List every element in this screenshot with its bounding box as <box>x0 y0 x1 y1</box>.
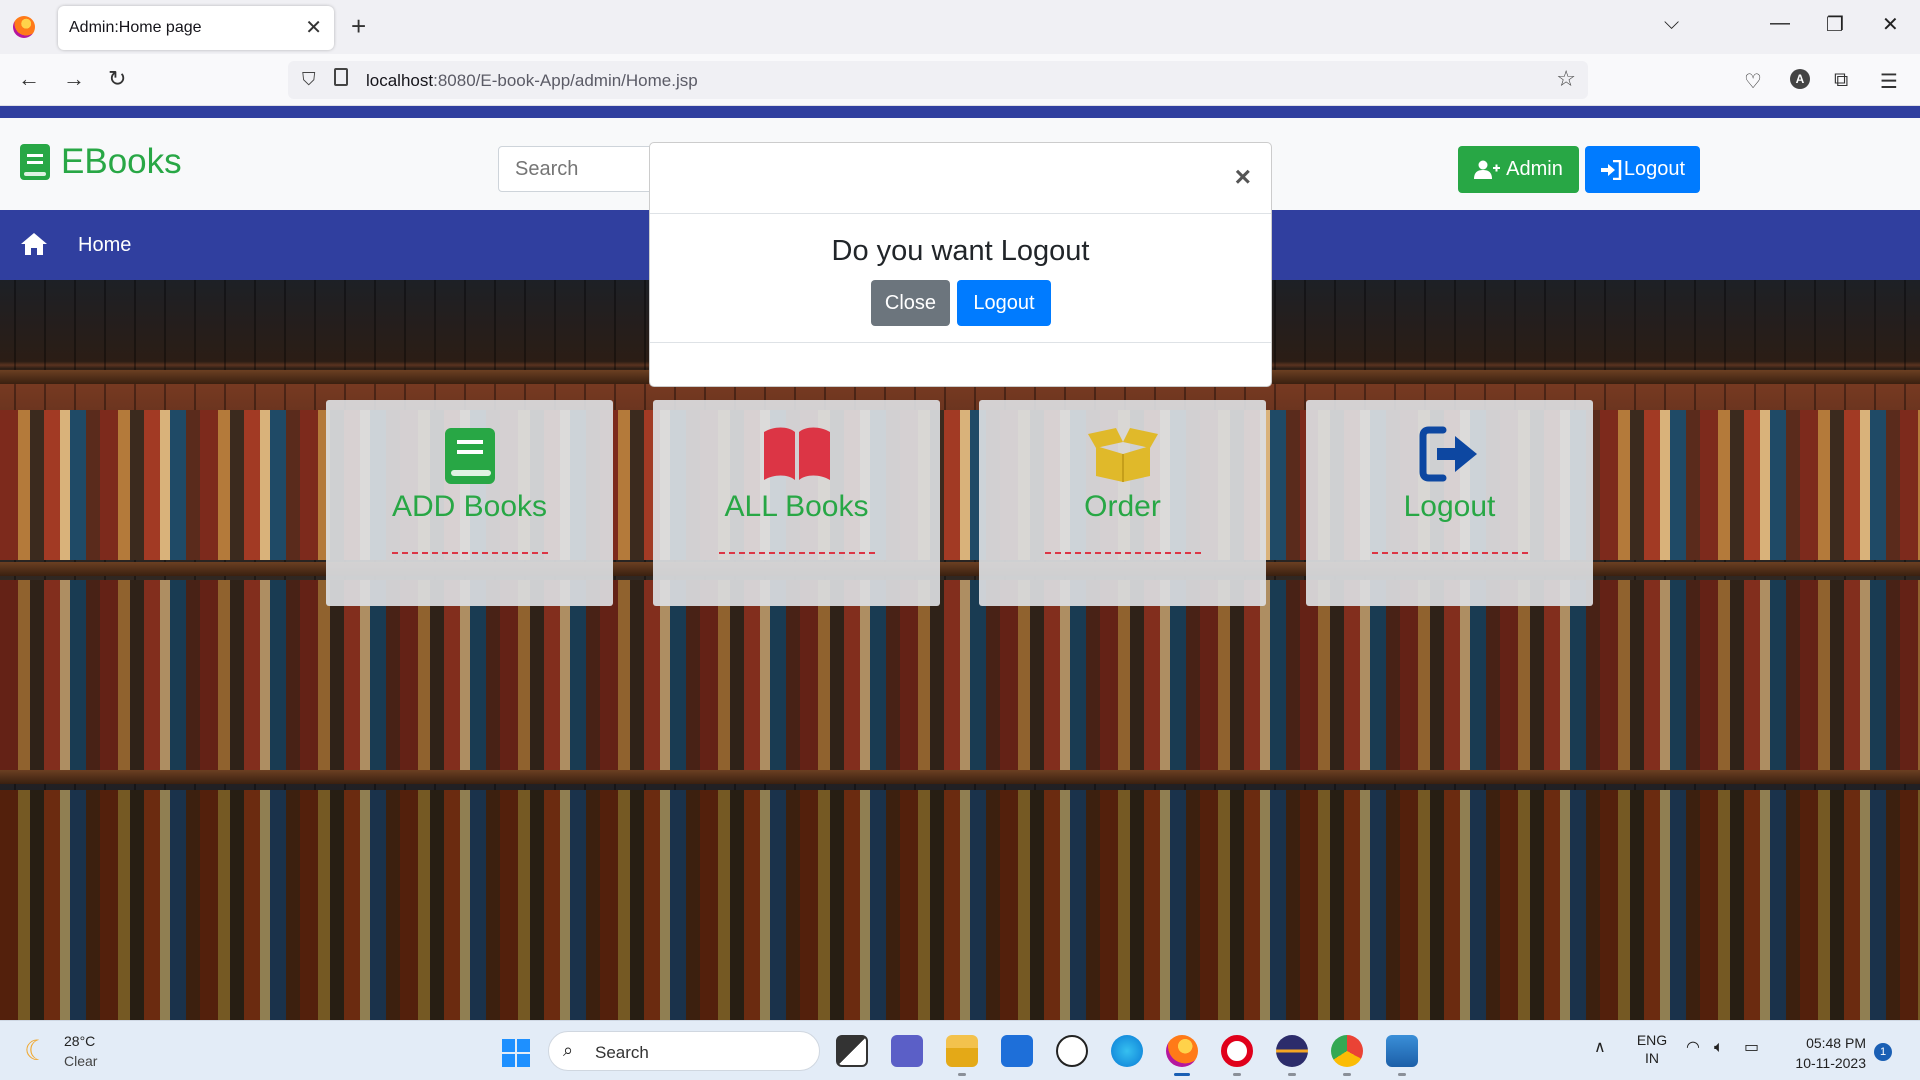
card-order[interactable]: Order <box>979 400 1266 606</box>
card-label: Logout <box>1403 490 1496 523</box>
microsoft-store-icon[interactable] <box>1001 1035 1033 1067</box>
sign-out-icon <box>1419 426 1477 482</box>
bookmark-star-icon[interactable]: ☆ <box>1556 66 1576 92</box>
home-icon[interactable] <box>20 232 48 256</box>
running-indicator <box>1288 1073 1296 1076</box>
browser-tab[interactable]: Admin:Home page ✕ <box>58 6 334 50</box>
region-code: IN <box>1645 1050 1659 1066</box>
modal-logout-button[interactable]: Logout <box>957 280 1051 326</box>
logout-button-label: Logout <box>1623 158 1686 180</box>
books-row <box>0 790 1920 1020</box>
user-plus-icon <box>1474 160 1501 179</box>
tray-chevron-icon[interactable]: ∧ <box>1594 1039 1606 1057</box>
running-indicator <box>1343 1073 1351 1076</box>
weather-condition[interactable]: Clear <box>64 1053 97 1069</box>
nav-home-link[interactable]: Home <box>78 234 131 257</box>
pocket-icon[interactable]: ♡ <box>1744 69 1762 94</box>
minimize-icon[interactable]: — <box>1770 12 1790 35</box>
reload-icon[interactable]: ↻ <box>108 66 126 92</box>
browser-toolbar: ← → ↻ ⛉ localhost:8080/E-book-App/admin/… <box>0 54 1920 106</box>
address-bar[interactable]: ⛉ localhost:8080/E-book-App/admin/Home.j… <box>288 61 1588 99</box>
forward-icon[interactable]: → <box>63 66 85 92</box>
modal-footer <box>650 342 1271 343</box>
card-label: ADD Books <box>391 490 548 523</box>
card-label: ALL Books <box>724 490 869 523</box>
card-divider <box>719 552 875 554</box>
running-indicator <box>1233 1073 1241 1076</box>
active-indicator <box>1174 1073 1190 1076</box>
language-indicator[interactable]: ENG IN <box>1634 1031 1670 1067</box>
system-clock[interactable]: 05:48 PM 10-11-2023 <box>1786 1033 1866 1073</box>
eclipse-icon[interactable] <box>1276 1035 1308 1067</box>
battery-icon[interactable]: ▭ <box>1744 1039 1759 1057</box>
top-strip <box>0 106 1920 118</box>
edge-icon[interactable] <box>1111 1035 1143 1067</box>
card-divider <box>1372 552 1528 554</box>
tab-title: Admin:Home page <box>69 19 202 36</box>
card-divider <box>1045 552 1201 554</box>
search-icon: ⌕ <box>563 1040 574 1060</box>
admin-button[interactable]: Admin <box>1458 146 1579 193</box>
logout-button[interactable]: Logout <box>1585 146 1700 193</box>
modal-close-button[interactable]: Close <box>871 280 950 326</box>
close-window-icon[interactable]: ✕ <box>1882 12 1899 37</box>
card-add-books[interactable]: ADD Books <box>326 400 613 606</box>
extensions-icon[interactable]: ⧉ <box>1834 69 1848 92</box>
task-view-icon[interactable] <box>836 1035 868 1067</box>
wifi-icon[interactable]: ◠ <box>1686 1039 1700 1057</box>
book-icon <box>444 428 495 484</box>
url-text[interactable]: localhost:8080/E-book-App/admin/Home.jsp <box>366 71 698 91</box>
book-icon <box>20 144 50 180</box>
teams-icon[interactable] <box>891 1035 923 1067</box>
language-code: ENG <box>1636 1032 1668 1048</box>
logout-modal: × Do you want Logout Close Logout <box>649 142 1272 387</box>
bookshelf-background <box>0 280 1920 1020</box>
firefox-icon <box>13 16 35 38</box>
opera-icon[interactable] <box>1221 1035 1253 1067</box>
dell-icon[interactable] <box>1056 1035 1088 1067</box>
books-row <box>0 580 1920 770</box>
moon-icon[interactable]: ☾ <box>24 1034 49 1067</box>
chrome-icon[interactable] <box>1331 1035 1363 1067</box>
books-row <box>0 410 1920 560</box>
running-indicator <box>1398 1073 1406 1076</box>
sign-in-icon <box>1600 159 1622 180</box>
volume-icon[interactable]: 🔈︎ <box>1714 1039 1724 1057</box>
shield-icon[interactable]: ⛉ <box>302 69 316 90</box>
card-label: Order <box>1084 490 1161 523</box>
shelf-board <box>0 562 1920 576</box>
firefox-icon[interactable] <box>1166 1035 1198 1067</box>
card-all-books[interactable]: ALL Books <box>653 400 940 606</box>
tab-list-chevron-icon[interactable]: ⌵ <box>1664 12 1679 35</box>
card-logout[interactable]: Logout <box>1306 400 1593 606</box>
notification-badge[interactable]: 1 <box>1874 1043 1892 1061</box>
shelf-board <box>0 770 1920 784</box>
modal-message: Do you want Logout <box>831 235 1090 267</box>
file-explorer-icon[interactable] <box>946 1035 978 1067</box>
account-icon[interactable]: A <box>1790 69 1810 89</box>
modal-close-icon[interactable]: × <box>1235 163 1251 191</box>
restore-icon[interactable]: ❐ <box>1826 12 1844 37</box>
windows-taskbar: ☾ 28°C Clear ⌕ Search ∧ ENG IN ◠ 🔈︎ ▭ 05… <box>0 1020 1920 1080</box>
box-open-icon <box>1087 428 1158 482</box>
clock-date: 10-11-2023 <box>1795 1055 1866 1071</box>
clock-time: 05:48 PM <box>1806 1035 1866 1051</box>
tab-close-icon[interactable]: ✕ <box>305 15 322 40</box>
weather-temperature[interactable]: 28°C <box>64 1033 95 1049</box>
card-divider <box>392 552 548 554</box>
page-icon[interactable] <box>334 68 348 86</box>
browser-tab-bar: Admin:Home page ✕ + ⌵ — ❐ ✕ <box>0 0 1920 54</box>
brand-title[interactable]: EBooks <box>61 142 182 182</box>
windows-start-icon[interactable] <box>502 1039 530 1067</box>
running-indicator <box>958 1073 966 1076</box>
open-book-icon <box>763 427 830 480</box>
admin-button-label: Admin <box>1506 158 1563 180</box>
photos-icon[interactable] <box>1386 1035 1418 1067</box>
taskbar-search-label: Search <box>595 1043 649 1062</box>
menu-icon[interactable]: ☰ <box>1880 69 1898 94</box>
modal-header: × <box>650 143 1271 214</box>
new-tab-icon[interactable]: + <box>351 11 366 42</box>
back-icon[interactable]: ← <box>18 66 40 92</box>
taskbar-search[interactable]: ⌕ Search <box>548 1031 820 1071</box>
